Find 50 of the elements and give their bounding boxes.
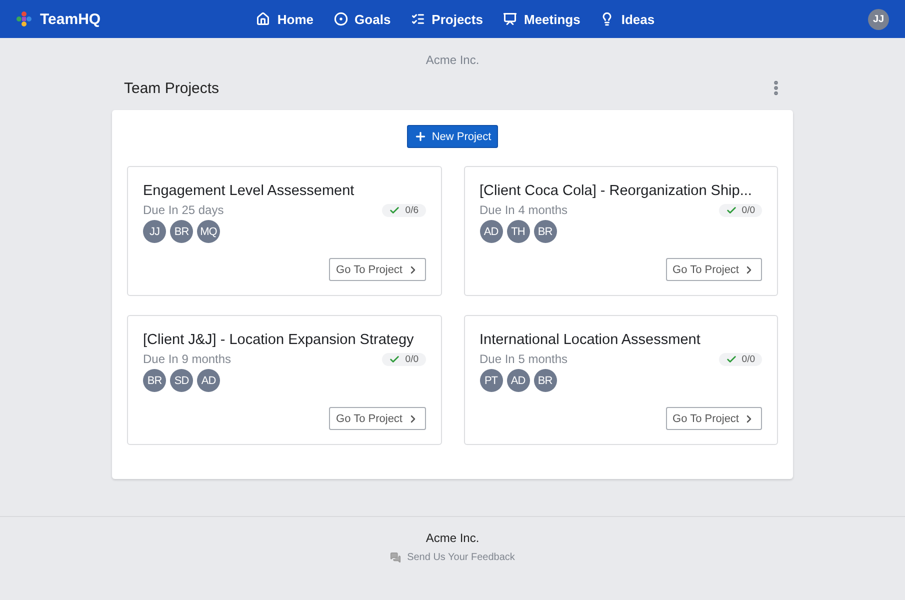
nav-link[interactable]: Ideas	[600, 12, 655, 26]
footer-company: Acme Inc.	[426, 531, 480, 545]
task-count-badge: 0/0	[718, 204, 762, 216]
member-avatar: AD	[480, 220, 502, 243]
member-avatar: PT	[480, 369, 502, 392]
brand-name: TeamHQ	[40, 10, 101, 28]
chat-icon	[390, 552, 402, 563]
nav-link[interactable]: Meetings	[502, 12, 580, 26]
checklist-icon	[410, 12, 425, 26]
organization-name: Acme Inc.	[424, 53, 480, 67]
project-title: International Location Assessment	[480, 332, 702, 348]
check-icon	[389, 354, 400, 364]
target-icon	[334, 12, 348, 26]
section-title: Team Projects	[124, 80, 220, 96]
go-to-project-button[interactable]: Go To Project	[666, 258, 762, 281]
member-avatar: BR	[170, 220, 193, 243]
go-to-project-button[interactable]: Go To Project	[666, 407, 762, 430]
presentation-icon	[502, 12, 517, 26]
project-title: [Client Coca Cola] - Reorganization Ship...	[480, 183, 753, 199]
check-icon	[726, 354, 737, 364]
due-date: Due In 5 months	[480, 352, 568, 366]
project-title: Engagement Level Assessement	[143, 183, 356, 199]
project-title: [Client J&J] - Location Expansion Strategy	[143, 332, 415, 348]
member-avatar: SD	[170, 369, 193, 392]
task-count-badge: 0/0	[382, 352, 426, 366]
member-avatar: AD	[506, 369, 530, 392]
nav-link[interactable]: Home	[256, 12, 314, 26]
member-avatar: AD	[197, 369, 220, 392]
plus-icon	[414, 130, 427, 143]
nav-link[interactable]: Goals	[334, 12, 391, 26]
due-date: Due In 4 months	[480, 203, 568, 217]
member-avatar: BR	[534, 220, 556, 243]
logo-icon	[16, 11, 32, 27]
due-date: Due In 9 months	[143, 352, 232, 366]
new-project-button[interactable]: New Project	[406, 125, 498, 148]
home-icon	[256, 12, 270, 26]
due-date: Due In 25 days	[143, 203, 224, 217]
member-avatar: MQ	[197, 220, 220, 243]
member-avatar: JJ	[143, 220, 166, 243]
check-icon	[389, 204, 400, 216]
member-avatar: BR	[143, 369, 166, 392]
task-count-badge: 0/0	[718, 352, 762, 366]
task-count-badge: 0/6	[382, 204, 426, 216]
member-avatar: TH	[506, 220, 530, 243]
go-to-project-button[interactable]: Go To Project	[329, 258, 426, 281]
check-icon	[726, 204, 737, 216]
user-avatar[interactable]: JJ	[868, 8, 889, 30]
go-to-project-button[interactable]: Go To Project	[329, 407, 426, 430]
nav-link[interactable]: Projects	[410, 12, 483, 26]
member-avatar: BR	[534, 369, 556, 392]
